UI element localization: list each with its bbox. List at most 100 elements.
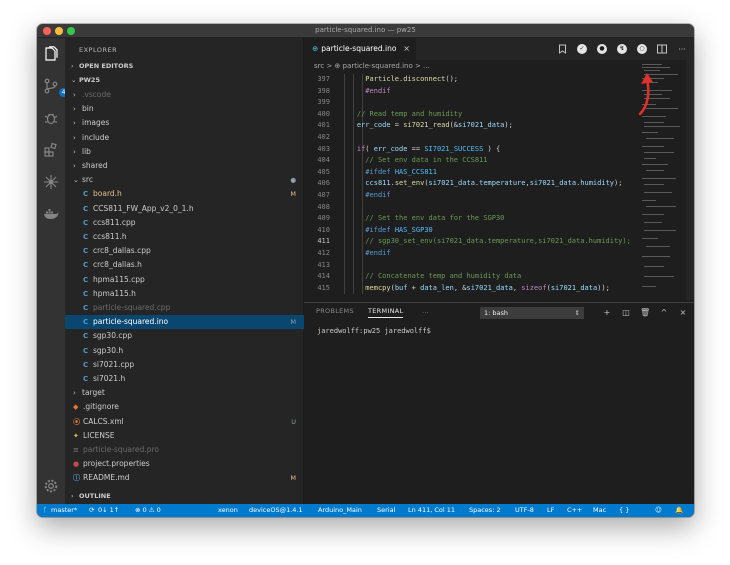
tree-item[interactable]: Ccrc8_dallas.cpp xyxy=(65,244,304,258)
tree-item[interactable]: › .vscode xyxy=(65,88,304,102)
tree-item[interactable]: Csgp30.cpp xyxy=(65,329,304,343)
settings-gear-icon[interactable] xyxy=(43,478,59,494)
chevron-down-icon: ⌄ xyxy=(71,76,77,84)
split-terminal-icon[interactable]: ◫ xyxy=(621,307,631,319)
tree-item[interactable]: › lib xyxy=(65,145,304,159)
code-editor[interactable]: 397 Particle.disconnect(); 398 #endif 399 4… xyxy=(304,74,640,294)
tree-item[interactable]: ⌄ src ● xyxy=(65,173,304,187)
particle-icon[interactable] xyxy=(43,174,59,190)
code-token: // Set env data in the CCS811 xyxy=(365,156,488,165)
line-number: 405 xyxy=(317,167,330,176)
verify-icon[interactable]: ✓ xyxy=(576,43,588,55)
status-indent[interactable]: Spaces: 2 xyxy=(469,504,501,517)
tree-item[interactable]: › images xyxy=(65,116,304,130)
code-token: temperature xyxy=(479,179,526,188)
editor-area: ⊕ particle-squared.ino × ✓ ● ↯ ○ ··· src … xyxy=(304,38,694,504)
editor-scrollbar[interactable] xyxy=(686,60,694,300)
tree-item[interactable]: Chpma115.cpp xyxy=(65,273,304,287)
status-device-os[interactable]: deviceOS@1.4.1 xyxy=(249,504,303,517)
serial-monitor-icon[interactable]: ○ xyxy=(636,43,648,55)
outline-label: OUTLINE xyxy=(79,492,111,500)
tree-item[interactable]: › bin xyxy=(65,102,304,116)
tree-item[interactable]: Cccs811.h xyxy=(65,230,304,244)
status-cursor[interactable]: Ln 411, Col 11 xyxy=(408,504,455,517)
new-terminal-icon[interactable]: + xyxy=(602,307,612,319)
code-line: 405 #ifdef HAS_CCS811 xyxy=(304,167,640,178)
close-tab-icon[interactable]: × xyxy=(403,38,410,60)
source-control-icon[interactable]: 4 xyxy=(43,78,68,97)
split-editor-icon[interactable] xyxy=(656,43,668,55)
smiley-icon[interactable]: ☺ xyxy=(655,504,662,517)
bottom-panel: PROBLEMS TERMINAL ... 1: bash ⇕ + ◫ 🗑 ^ … xyxy=(304,302,694,504)
tree-item[interactable]: Csi7021.cpp xyxy=(65,358,304,372)
tree-item[interactable]: Csi7021.h xyxy=(65,372,304,386)
tab-problems[interactable]: PROBLEMS xyxy=(316,307,354,315)
project-section[interactable]: ⌄ PW25 xyxy=(65,74,304,87)
tree-item[interactable]: Chpma115.h xyxy=(65,287,304,301)
tree-item-label: images xyxy=(82,118,110,128)
close-panel-icon[interactable]: × xyxy=(678,307,688,319)
bookmark-icon[interactable] xyxy=(556,43,568,55)
tree-item[interactable]: Cparticle-squared.cpp xyxy=(65,301,304,315)
status-arduino[interactable]: Arduino_Main xyxy=(318,504,362,517)
tree-item[interactable]: › shared xyxy=(65,159,304,173)
debug-icon[interactable] xyxy=(43,110,59,126)
license-icon: ✦ xyxy=(73,431,79,440)
tree-item[interactable]: ✦ LICENSE xyxy=(65,429,304,443)
tree-item[interactable]: ● project.properties xyxy=(65,457,304,471)
explorer-icon[interactable] xyxy=(43,46,59,62)
tree-item[interactable]: ⓘ README.md M xyxy=(65,471,304,485)
code-token: // Concatenate temp and humidity data xyxy=(365,272,522,281)
open-editors-section[interactable]: › OPEN EDITORS xyxy=(65,60,304,73)
code-token: si7021_data xyxy=(550,283,598,292)
tree-item-label: particle-squared.cpp xyxy=(93,303,171,312)
status-eol[interactable]: LF xyxy=(547,504,554,517)
maximize-panel-icon[interactable]: ^ xyxy=(659,307,669,319)
trash-icon[interactable]: 🗑 xyxy=(640,307,650,319)
flash-icon[interactable]: ↯ xyxy=(616,43,628,55)
tree-item[interactable]: Csgp30.h xyxy=(65,344,304,358)
tree-item[interactable]: › include xyxy=(65,131,304,145)
code-token: ); xyxy=(614,179,623,188)
upload-icon[interactable]: ● xyxy=(596,43,608,55)
line-number: 414 xyxy=(317,272,330,281)
problems-counter[interactable]: ⊗ 0 ⚠ 0 xyxy=(135,504,161,517)
status-bar: ᚴ master* ⟳ 0↓ 1↑ ⊗ 0 ⚠ 0 xenon deviceOS… xyxy=(37,504,694,517)
tree-item[interactable]: ≡ particle-squared.pro xyxy=(65,443,304,457)
git-branch[interactable]: master* xyxy=(51,504,77,517)
line-number: 402 xyxy=(317,133,330,141)
terminal-prompt[interactable]: jaredwolff:pw25 jaredwolff$ xyxy=(317,327,431,335)
editor-tab-particle-squared[interactable]: ⊕ particle-squared.ino × xyxy=(304,38,416,60)
tree-item[interactable]: ◆ .gitignore xyxy=(65,400,304,414)
tree-item[interactable]: Cboard.h M xyxy=(65,187,304,201)
tab-terminal[interactable]: TERMINAL xyxy=(368,307,404,318)
tree-item-label: lib xyxy=(82,146,91,156)
status-brackets[interactable]: { } xyxy=(619,504,629,517)
git-sync[interactable]: 0↓ 1↑ xyxy=(98,504,119,517)
chevron-right-icon: › xyxy=(73,105,76,114)
tree-item-label: hpma115.h xyxy=(93,288,136,298)
status-platform[interactable]: Mac xyxy=(593,504,606,517)
tree-item[interactable]: C CCS811_FW_App_v2_0_1.h xyxy=(65,202,304,216)
tree-item[interactable]: Cparticle-squared.ino M xyxy=(65,315,304,330)
more-actions-icon[interactable]: ··· xyxy=(676,43,688,55)
terminal-select[interactable]: 1: bash ⇕ xyxy=(480,307,584,319)
line-number: 407 xyxy=(317,191,330,199)
tree-item[interactable]: Cccs811.cpp xyxy=(65,216,304,230)
status-device[interactable]: xenon xyxy=(218,504,238,517)
panel-more-tabs[interactable]: ... xyxy=(422,307,429,315)
docker-icon[interactable] xyxy=(43,206,59,222)
extensions-icon[interactable] xyxy=(43,142,59,158)
code-token: #ifdef xyxy=(365,225,391,234)
tree-item[interactable]: › target xyxy=(65,386,304,400)
tree-item[interactable]: ⦿ CALCS.xml U xyxy=(65,415,304,429)
tree-item[interactable]: Ccrc8_dallas.h xyxy=(65,258,304,272)
status-serial[interactable]: Serial xyxy=(377,504,395,517)
status-language[interactable]: C++ xyxy=(567,504,582,517)
breadcrumb[interactable]: src > ⊕ particle-squared.ino > ... xyxy=(314,62,430,70)
bell-icon[interactable]: 🔔 xyxy=(675,504,683,517)
status-encoding[interactable]: UTF-8 xyxy=(515,504,534,517)
git-status-badge: M xyxy=(290,318,296,327)
outline-section[interactable]: › OUTLINE xyxy=(65,490,304,503)
